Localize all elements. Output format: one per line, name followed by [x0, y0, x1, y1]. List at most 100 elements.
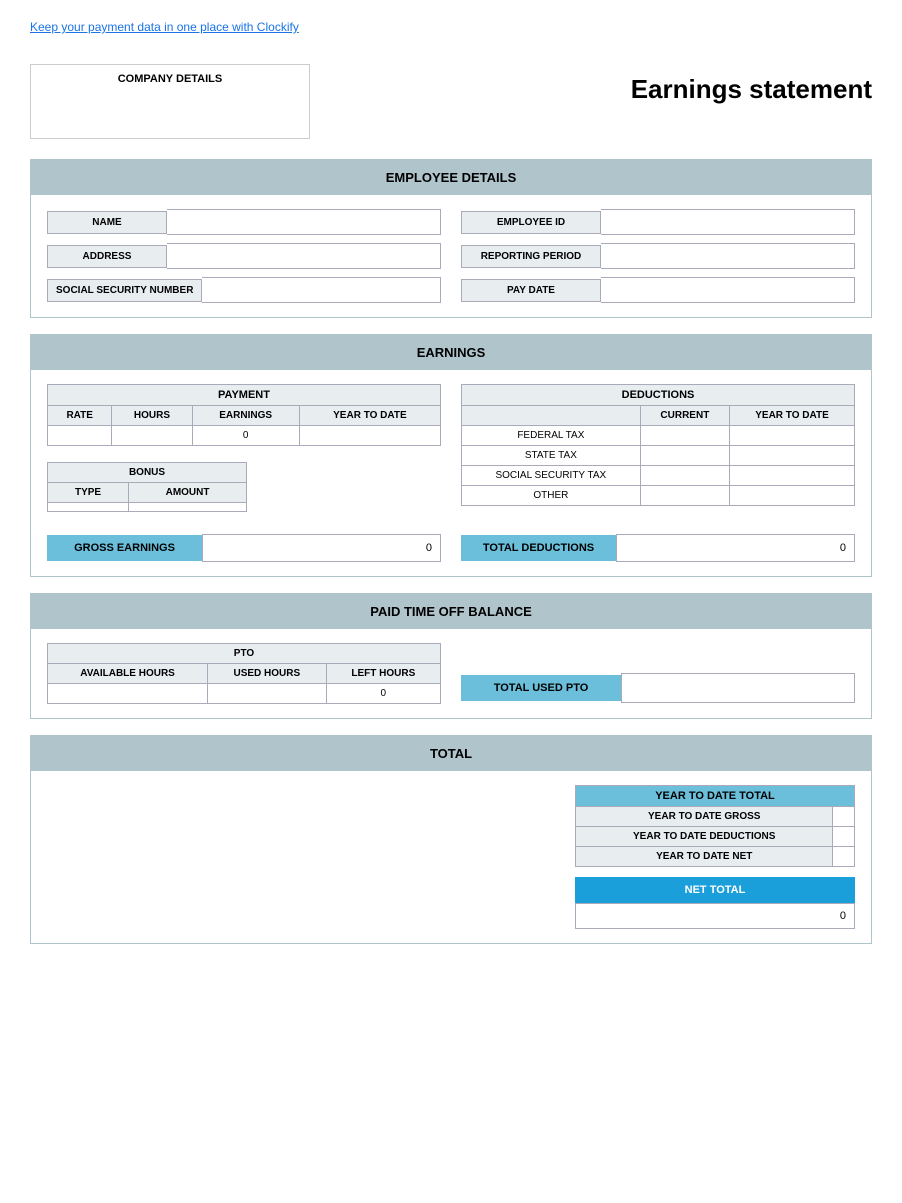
bonus-amount-cell[interactable] — [129, 503, 247, 512]
payment-row: 0 — [48, 426, 441, 446]
ytd-net-value[interactable] — [833, 847, 855, 867]
ytd-table-header: YEAR TO DATE TOTAL — [576, 786, 855, 807]
gross-earnings-group: GROSS EARNINGS 0 — [47, 534, 441, 562]
deductions-other-ytd[interactable] — [730, 486, 855, 506]
bonus-table: BONUS TYPE AMOUNT — [47, 462, 247, 512]
ytd-deductions-value[interactable] — [833, 827, 855, 847]
employee-details-header: EMPLOYEE DETAILS — [31, 160, 871, 195]
name-value[interactable] — [167, 209, 441, 235]
net-total-row: NET TOTAL 0 — [575, 877, 855, 929]
payment-table: PAYMENT RATE HOURS EARNINGS YEAR TO DATE… — [47, 384, 441, 446]
total-deductions-value[interactable]: 0 — [616, 534, 855, 562]
ssn-label: SOCIAL SECURITY NUMBER — [47, 279, 202, 302]
total-header: TOTAL — [31, 736, 871, 771]
payment-hours-cell[interactable] — [112, 426, 192, 446]
page-title: Earnings statement — [631, 74, 872, 105]
pto-col-used: USED HOURS — [208, 664, 327, 684]
employee-id-value[interactable] — [601, 209, 855, 235]
earnings-right-col: DEDUCTIONS CURRENT YEAR TO DATE FEDERAL … — [461, 384, 855, 512]
deductions-other-current[interactable] — [640, 486, 729, 506]
pto-table: PTO AVAILABLE HOURS USED HOURS LEFT HOUR… — [47, 643, 441, 704]
clockify-link[interactable]: Keep your payment data in one place with… — [30, 20, 299, 34]
deductions-col-ytd: YEAR TO DATE — [730, 406, 855, 426]
company-details-label: COMPANY DETAILS — [118, 73, 223, 85]
ytd-net-label: YEAR TO DATE NET — [576, 847, 833, 867]
pto-row: 0 — [48, 684, 441, 704]
ytd-deductions-label: YEAR TO DATE DEDUCTIONS — [576, 827, 833, 847]
name-field-row: NAME — [47, 209, 441, 235]
pto-available-cell[interactable] — [48, 684, 208, 704]
pay-date-field-row: PAY DATE — [461, 277, 855, 303]
address-field-row: ADDRESS — [47, 243, 441, 269]
pto-col-left: LEFT HOURS — [326, 664, 440, 684]
deductions-federal-ytd[interactable] — [730, 426, 855, 446]
deductions-state-ytd[interactable] — [730, 446, 855, 466]
deductions-federal-row: FEDERAL TAX — [462, 426, 855, 446]
deductions-state-row: STATE TAX — [462, 446, 855, 466]
ytd-gross-label: YEAR TO DATE GROSS — [576, 807, 833, 827]
total-used-pto-label: TOTAL USED PTO — [461, 675, 621, 701]
pto-left-col: PTO AVAILABLE HOURS USED HOURS LEFT HOUR… — [47, 643, 441, 704]
payment-earnings-cell[interactable]: 0 — [192, 426, 299, 446]
deductions-state-label: STATE TAX — [462, 446, 641, 466]
gross-earnings-value[interactable]: 0 — [202, 534, 441, 562]
pto-left-cell[interactable]: 0 — [326, 684, 440, 704]
deductions-federal-label: FEDERAL TAX — [462, 426, 641, 446]
name-label: NAME — [47, 211, 167, 234]
pto-used-cell[interactable] — [208, 684, 327, 704]
deductions-state-current[interactable] — [640, 446, 729, 466]
reporting-period-value[interactable] — [601, 243, 855, 269]
deductions-other-label: OTHER — [462, 486, 641, 506]
total-section: TOTAL YEAR TO DATE TOTAL YEAR TO DATE GR… — [30, 735, 872, 944]
employee-id-field-row: EMPLOYEE ID — [461, 209, 855, 235]
ytd-net-row: YEAR TO DATE NET — [576, 847, 855, 867]
gross-earnings-label: GROSS EARNINGS — [47, 535, 202, 561]
bonus-type-cell[interactable] — [48, 503, 129, 512]
bonus-col-type: TYPE — [48, 483, 129, 503]
earnings-section: EARNINGS PAYMENT RATE HOURS EARNINGS YEA… — [30, 334, 872, 577]
payment-col-ytd: YEAR TO DATE — [299, 406, 440, 426]
net-total-label: NET TOTAL — [575, 877, 855, 903]
pay-date-label: PAY DATE — [461, 279, 601, 302]
deductions-ss-ytd[interactable] — [730, 466, 855, 486]
bonus-row — [48, 503, 247, 512]
pto-col-available: AVAILABLE HOURS — [48, 664, 208, 684]
reporting-period-field-row: REPORTING PERIOD — [461, 243, 855, 269]
pto-table-header: PTO — [48, 644, 441, 664]
earnings-header: EARNINGS — [31, 335, 871, 370]
bonus-col-amount: AMOUNT — [129, 483, 247, 503]
pto-section: PAID TIME OFF BALANCE PTO AVAILABLE HOUR… — [30, 593, 872, 719]
deductions-federal-current[interactable] — [640, 426, 729, 446]
address-value[interactable] — [167, 243, 441, 269]
deductions-ss-row: SOCIAL SECURITY TAX — [462, 466, 855, 486]
bonus-table-header: BONUS — [48, 463, 247, 483]
reporting-period-label: REPORTING PERIOD — [461, 245, 601, 268]
payment-ytd-cell[interactable] — [299, 426, 440, 446]
total-deductions-group: TOTAL DEDUCTIONS 0 — [461, 534, 855, 562]
net-total-value[interactable]: 0 — [575, 903, 855, 929]
payment-table-header: PAYMENT — [48, 385, 441, 406]
total-used-pto-value[interactable] — [621, 673, 855, 703]
address-label: ADDRESS — [47, 245, 167, 268]
ytd-deductions-row: YEAR TO DATE DEDUCTIONS — [576, 827, 855, 847]
deductions-col-current: CURRENT — [640, 406, 729, 426]
total-deductions-label: TOTAL DEDUCTIONS — [461, 535, 616, 561]
payment-rate-cell[interactable] — [48, 426, 112, 446]
employee-details-section: EMPLOYEE DETAILS NAME ADDRESS SOCIAL SEC… — [30, 159, 872, 318]
deductions-col-name — [462, 406, 641, 426]
employee-col-left: NAME ADDRESS SOCIAL SECURITY NUMBER — [47, 209, 441, 303]
ytd-gross-value[interactable] — [833, 807, 855, 827]
ytd-gross-row: YEAR TO DATE GROSS — [576, 807, 855, 827]
pto-right-col: TOTAL USED PTO — [461, 643, 855, 703]
pay-date-value[interactable] — [601, 277, 855, 303]
employee-id-label: EMPLOYEE ID — [461, 211, 601, 234]
ytd-table-wrapper: YEAR TO DATE TOTAL YEAR TO DATE GROSS YE… — [575, 785, 855, 929]
payment-col-rate: RATE — [48, 406, 112, 426]
payment-col-hours: HOURS — [112, 406, 192, 426]
deductions-ss-current[interactable] — [640, 466, 729, 486]
pto-header: PAID TIME OFF BALANCE — [31, 594, 871, 629]
company-details-box: COMPANY DETAILS — [30, 64, 310, 139]
ssn-value[interactable] — [202, 277, 441, 303]
deductions-other-row: OTHER — [462, 486, 855, 506]
ssn-field-row: SOCIAL SECURITY NUMBER — [47, 277, 441, 303]
